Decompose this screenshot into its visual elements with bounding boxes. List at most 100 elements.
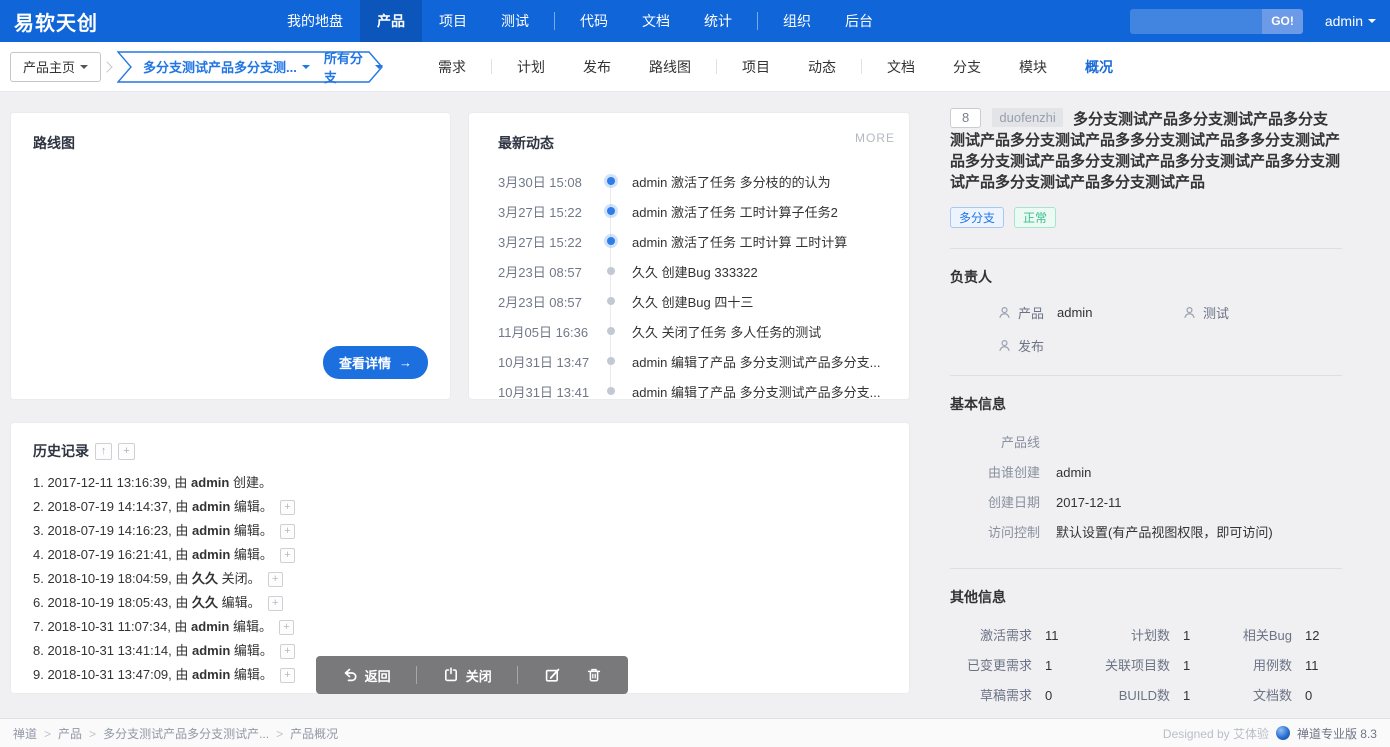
back-button[interactable]: 返回 [342,666,391,685]
collapse-history-button[interactable]: ↑ [95,443,112,460]
tab-doc[interactable]: 文档 [868,57,934,77]
activity-text[interactable]: admin 激活了任务 工时计算子任务2 [632,202,838,221]
history-header: 历史记录 ↑ + [33,441,887,461]
nav-project[interactable]: 项目 [422,0,484,42]
history-item: 2. 2018-07-19 14:14:37, 由 admin 编辑。+ [33,495,887,519]
more-link[interactable]: MORE [855,131,895,145]
history-action: 编辑。 [230,499,273,514]
roadmap-panel: 路线图 查看详情 → [10,112,451,400]
tab-dynamic[interactable]: 动态 [789,57,855,77]
nav-report[interactable]: 统计 [687,0,749,42]
user-menu[interactable]: admin [1325,13,1376,29]
person-icon [998,339,1011,352]
history-action: 编辑。 [230,547,273,562]
edit-button[interactable] [544,667,561,684]
history-action: 编辑。 [230,643,273,658]
close-label: 关闭 [466,666,492,685]
delete-button[interactable] [586,667,602,683]
info-value: 默认设置(有产品视图权限，即可访问) [1056,518,1273,548]
breadcrumb-product[interactable]: 产品 [58,725,103,742]
activity-text[interactable]: admin 激活了任务 多分枝的的认为 [632,172,831,191]
history-user: admin [192,667,230,682]
version-label[interactable]: 禅道专业版 8.3 [1297,725,1377,742]
activity-text[interactable]: 久久 创建Bug 333322 [632,262,758,281]
activity-date: 11月05日 16:36 [498,322,598,341]
history-user: admin [192,643,230,658]
view-detail-label: 查看详情 [339,353,391,372]
app-logo[interactable]: 易软天创 [0,0,112,42]
nav-code[interactable]: 代码 [563,0,625,42]
search-go-button[interactable]: GO! [1262,9,1303,34]
owners-grid: 产品 admin 测试 发布 [950,303,1342,355]
owner-release: 发布 [998,336,1183,355]
tab-overview[interactable]: 概况 [1066,57,1132,77]
person-icon [998,306,1011,319]
zentao-logo-icon [1276,726,1290,740]
nav-product[interactable]: 产品 [360,0,422,42]
expand-diff-button[interactable]: + [280,500,295,515]
toolbar-divider [416,666,417,684]
expand-diff-button[interactable]: + [268,596,283,611]
expand-diff-button[interactable]: + [280,524,295,539]
expand-all-button[interactable]: + [118,443,135,460]
activity-text[interactable]: admin 编辑了产品 多分支测试产品多分支... [632,352,880,371]
history-action: 编辑。 [229,619,272,634]
history-text: 4. 2018-07-19 16:21:41, 由 [33,547,192,562]
product-title-block: 8 duofenzhi 多分支测试产品多分支测试产品多分支测试产品多分支测试产品… [950,108,1342,193]
undo-icon [342,667,358,683]
nav-admin-panel[interactable]: 后台 [828,0,890,42]
timeline-dot-icon [598,327,624,335]
tab-release[interactable]: 发布 [564,57,630,77]
stat-linked-projects: 关联项目数1 [1082,651,1230,681]
expand-diff-button[interactable]: + [268,572,283,587]
tab-branch[interactable]: 分支 [934,57,1000,77]
close-button[interactable]: 关闭 [443,666,492,685]
tab-plan[interactable]: 计划 [498,57,564,77]
activity-row: 2月23日 08:57 久久 创建Bug 四十三 [498,286,909,316]
expand-diff-button[interactable]: + [279,620,294,635]
tab-module[interactable]: 模块 [1000,57,1066,77]
nav-doc[interactable]: 文档 [625,0,687,42]
history-text: 6. 2018-10-19 18:05:43, 由 [33,595,192,610]
tab-project[interactable]: 项目 [723,57,789,77]
history-text: 2. 2018-07-19 14:14:37, 由 [33,499,192,514]
owner-label: 发布 [1018,336,1044,355]
view-detail-button[interactable]: 查看详情 → [323,346,428,379]
breadcrumb-product-name[interactable]: 多分支测试产品多分支测试产... [103,725,290,742]
stat-cases: 用例数11 [1230,651,1340,681]
stat-changed-stories: 已变更需求1 [950,651,1082,681]
history-action: 创建。 [229,475,272,490]
floating-action-bar: 返回 关闭 [316,656,628,694]
expand-diff-button[interactable]: + [280,668,295,683]
status-badge: 正常 [1014,207,1056,228]
tab-story[interactable]: 需求 [419,57,485,77]
timeline-dot-icon [598,267,624,275]
tab-roadmap[interactable]: 路线图 [630,57,710,77]
main-menu: 我的地盘 产品 项目 测试 代码 文档 统计 组织 后台 [270,0,890,42]
history-text: 8. 2018-10-31 13:41:14, 由 [33,643,192,658]
search-input[interactable] [1130,9,1262,34]
nav-my-zone[interactable]: 我的地盘 [270,0,360,42]
nav-organization[interactable]: 组织 [766,0,828,42]
expand-diff-button[interactable]: + [280,644,295,659]
activity-text[interactable]: admin 激活了任务 工时计算 工时计算 [632,232,847,251]
activity-date: 2月23日 08:57 [498,292,598,311]
stat-builds: BUILD数1 [1082,681,1230,711]
nav-test[interactable]: 测试 [484,0,546,42]
expand-diff-button[interactable]: + [280,548,295,563]
breadcrumb-overview[interactable]: 产品概况 [290,725,338,742]
breadcrumb-zentao[interactable]: 禅道 [13,725,58,742]
activity-row: 10月31日 13:47 admin 编辑了产品 多分支测试产品多分支... [498,346,909,376]
activity-row: 10月31日 13:41 admin 编辑了产品 多分支测试产品多分支... [498,376,909,406]
activity-text[interactable]: 久久 关闭了任务 多人任务的测试 [632,322,821,341]
activity-date: 2月23日 08:57 [498,262,598,281]
activity-text[interactable]: admin 编辑了产品 多分支测试产品多分支... [632,382,880,401]
stat-docs: 文档数0 [1230,681,1340,711]
product-dropdown[interactable]: 多分支测试产品多分支测... [143,57,310,76]
activity-text[interactable]: 久久 创建Bug 四十三 [632,292,753,311]
product-home-button[interactable]: 产品主页 [10,52,101,82]
owners-section-title: 负责人 [950,267,1342,287]
info-value: 2017-12-11 [1056,488,1122,518]
branch-dropdown[interactable]: 所有分支 [324,48,383,86]
user-name: admin [1325,13,1363,29]
